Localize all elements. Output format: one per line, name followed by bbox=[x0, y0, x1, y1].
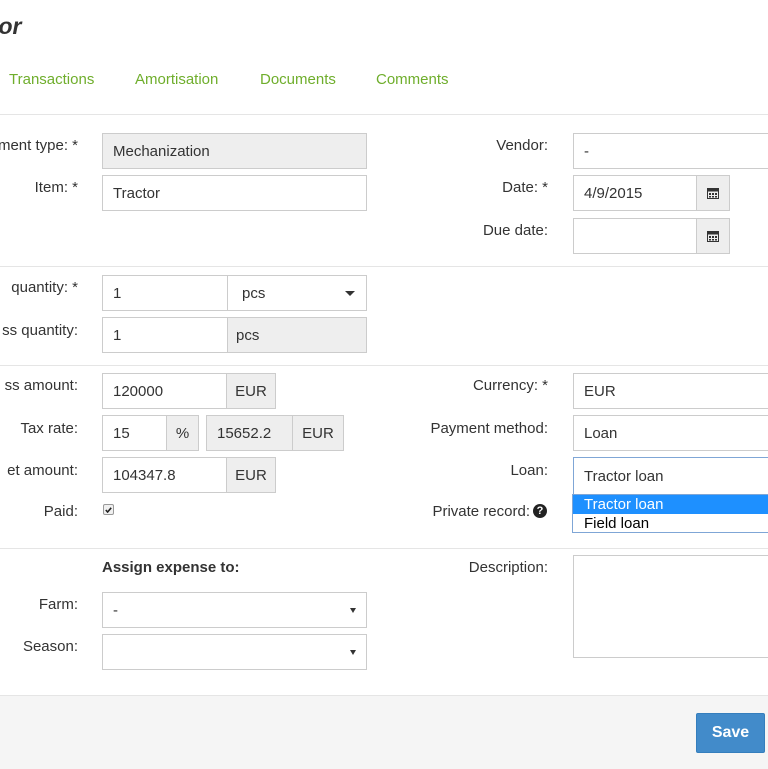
quantity-label: quantity: * bbox=[11, 279, 78, 296]
currency-label: Currency: * bbox=[472, 377, 548, 394]
tax-rate-label: Tax rate: bbox=[20, 420, 78, 437]
tab-transactions[interactable]: Transactions bbox=[9, 71, 94, 88]
item-label: Item: * bbox=[34, 179, 78, 196]
save-button[interactable]: Save bbox=[696, 713, 765, 753]
payment-type-label: ment type: * bbox=[0, 137, 78, 154]
description-textarea[interactable] bbox=[573, 555, 768, 658]
chevron-down-icon bbox=[350, 650, 356, 655]
divider bbox=[0, 114, 768, 115]
due-date-input[interactable] bbox=[573, 218, 698, 254]
calendar-icon bbox=[707, 188, 719, 199]
date-input[interactable]: 4/9/2015 bbox=[573, 175, 698, 211]
gross-amount-currency: EUR bbox=[226, 373, 276, 409]
payment-method-label: Payment method: bbox=[430, 420, 548, 437]
loan-option-tractor[interactable]: Tractor loan bbox=[573, 495, 768, 514]
net-amount-label: et amount: bbox=[7, 462, 78, 479]
private-record-label: Private record: bbox=[432, 503, 530, 520]
tax-value-field: 15652.2 bbox=[206, 415, 293, 451]
loan-label: Loan: bbox=[510, 462, 548, 479]
gross-amount-input[interactable]: 120000 bbox=[102, 373, 227, 409]
vendor-select[interactable]: - bbox=[573, 133, 768, 169]
net-amount-currency: EUR bbox=[226, 457, 276, 493]
chevron-down-icon bbox=[345, 291, 355, 296]
loan-dropdown-list: Tractor loan Field loan bbox=[572, 494, 768, 533]
tax-rate-input[interactable]: 15 bbox=[102, 415, 167, 451]
checkmark-icon bbox=[105, 506, 112, 513]
loan-select[interactable]: Tractor loan bbox=[573, 457, 768, 495]
assign-expense-heading: Assign expense to: bbox=[102, 559, 240, 576]
tab-comments[interactable]: Comments bbox=[376, 71, 449, 88]
farm-select[interactable]: - bbox=[102, 592, 367, 628]
gross-quantity-label: ss quantity: bbox=[2, 322, 78, 339]
date-calendar-button[interactable] bbox=[696, 175, 730, 211]
farm-select-value: - bbox=[113, 601, 118, 619]
tab-amortisation[interactable]: Amortisation bbox=[135, 71, 218, 88]
unit-select[interactable]: pcs bbox=[227, 275, 367, 311]
tab-documents[interactable]: Documents bbox=[260, 71, 336, 88]
paid-checkbox[interactable] bbox=[103, 504, 114, 515]
due-date-label: Due date: bbox=[482, 222, 548, 239]
divider bbox=[0, 548, 768, 549]
divider bbox=[0, 365, 768, 366]
tax-rate-percent: % bbox=[166, 415, 199, 451]
gross-quantity-unit: pcs bbox=[227, 317, 367, 353]
payment-method-select[interactable]: Loan bbox=[573, 415, 768, 451]
chevron-down-icon bbox=[350, 608, 356, 613]
season-label: Season: bbox=[22, 638, 78, 655]
gross-quantity-unit-text: pcs bbox=[236, 326, 260, 344]
description-label: Description: bbox=[468, 559, 548, 576]
currency-select[interactable]: EUR bbox=[573, 373, 768, 409]
gross-quantity-input[interactable]: 1 bbox=[102, 317, 229, 353]
divider bbox=[0, 266, 768, 267]
due-date-calendar-button[interactable] bbox=[696, 218, 730, 254]
form-footer bbox=[0, 695, 768, 769]
loan-option-field[interactable]: Field loan bbox=[573, 514, 768, 532]
date-label: Date: * bbox=[502, 179, 548, 196]
season-select[interactable] bbox=[102, 634, 367, 670]
help-icon[interactable]: ? bbox=[533, 504, 547, 518]
unit-select-value: pcs bbox=[242, 284, 266, 302]
gross-amount-label: ss amount: bbox=[4, 377, 78, 394]
calendar-icon bbox=[707, 231, 719, 242]
paid-label: Paid: bbox=[43, 503, 78, 520]
vendor-label: Vendor: bbox=[496, 137, 548, 154]
page-title: ctor bbox=[0, 13, 22, 39]
farm-label: Farm: bbox=[38, 596, 78, 613]
quantity-input[interactable]: 1 bbox=[102, 275, 229, 311]
net-amount-input[interactable]: 104347.8 bbox=[102, 457, 227, 493]
